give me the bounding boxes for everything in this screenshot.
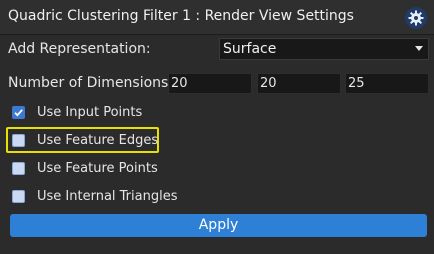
panel-header: Quadric Clustering Filter 1 : Render Vie… xyxy=(0,0,434,35)
gear-icon[interactable] xyxy=(405,7,427,29)
representation-label: Add Representation: xyxy=(8,41,151,57)
option-label: Use Feature Points xyxy=(37,161,158,176)
dimension-z-input[interactable]: 25 xyxy=(345,73,429,94)
panel-title: Quadric Clustering Filter 1 : Render Vie… xyxy=(8,8,354,24)
dimension-x-input[interactable]: 20 xyxy=(168,73,252,94)
checkbox-checked[interactable] xyxy=(12,106,25,119)
checkbox-unchecked[interactable] xyxy=(12,134,25,147)
option-label: Use Internal Triangles xyxy=(37,189,178,204)
representation-select[interactable]: Surface xyxy=(219,38,429,60)
checkbox-unchecked[interactable] xyxy=(12,162,25,175)
option-label: Use Feature Edges xyxy=(37,133,159,148)
representation-value: Surface xyxy=(223,41,277,57)
option-label: Use Input Points xyxy=(37,105,143,120)
chevron-down-icon xyxy=(415,46,423,51)
checkbox-unchecked[interactable] xyxy=(12,190,25,203)
dimension-y-input[interactable]: 20 xyxy=(257,73,341,94)
apply-button[interactable]: Apply xyxy=(10,214,427,237)
dimensions-label: Number of Dimensions : xyxy=(8,75,178,91)
